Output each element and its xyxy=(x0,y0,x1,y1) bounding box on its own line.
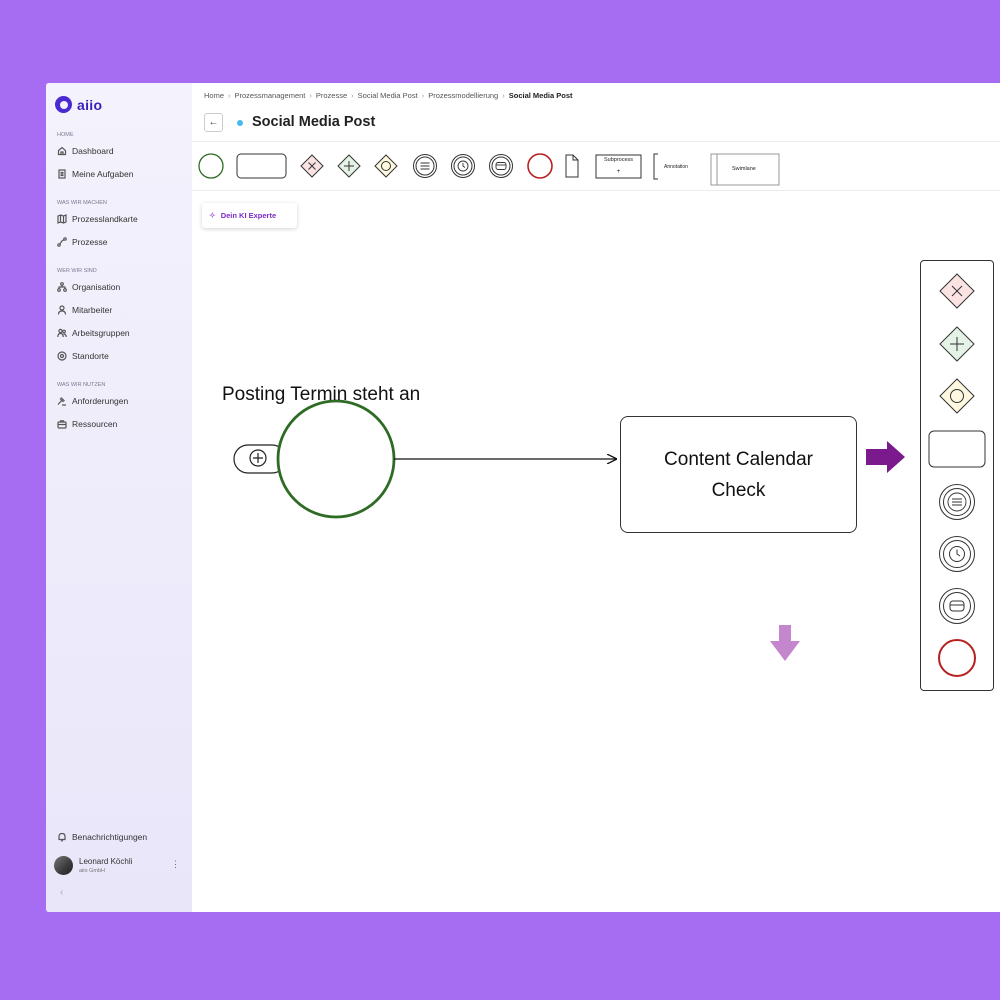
palette-parallel-gateway[interactable] xyxy=(337,154,361,178)
section-home-label: HOME xyxy=(57,132,74,138)
context-inclusive-gateway[interactable] xyxy=(939,378,975,414)
palette-end-event[interactable] xyxy=(527,153,553,179)
breadcrumb-item[interactable]: Prozessmodellierung xyxy=(428,91,498,100)
user-name: Leonard Köchli xyxy=(79,856,133,866)
sidebar-item-label: Standorte xyxy=(72,351,109,361)
start-event-label: Posting Termin steht an xyxy=(222,384,421,405)
sidebar-item-label: Prozesse xyxy=(72,237,108,247)
briefcase-icon xyxy=(57,420,67,429)
gavel-icon xyxy=(57,397,66,406)
subprocess-marker: + xyxy=(616,168,621,175)
palette-data-object[interactable] xyxy=(565,154,579,178)
append-down-arrow-icon[interactable] xyxy=(770,625,800,661)
avatar xyxy=(54,855,73,875)
task-label: Content Calendar Check xyxy=(664,448,813,501)
location-icon xyxy=(57,351,67,361)
subprocess-label: Subprocess xyxy=(603,157,634,163)
context-pad xyxy=(920,260,994,691)
logo[interactable]: aiio xyxy=(55,96,102,113)
sidebar-item-label: Dashboard xyxy=(72,146,114,156)
context-end-event[interactable] xyxy=(938,639,976,677)
breadcrumb-item[interactable]: Social Media Post xyxy=(358,91,418,100)
breadcrumb-item[interactable]: Prozesse xyxy=(316,91,347,100)
user-icon xyxy=(57,305,67,315)
sidebar-item-mitarbeiter[interactable]: Mitarbeiter xyxy=(57,304,112,316)
section-was-wir-machen-label: WAS WIR MACHEN xyxy=(57,200,107,206)
palette-task[interactable] xyxy=(236,153,287,179)
status-dot xyxy=(237,120,243,126)
sidebar-item-anforderungen[interactable]: Anforderungen xyxy=(57,395,128,407)
start-event-shape[interactable] xyxy=(276,399,396,519)
process-icon xyxy=(57,237,67,247)
append-right-arrow-icon[interactable] xyxy=(866,441,905,473)
sidebar-item-label: Mitarbeiter xyxy=(72,305,113,315)
sidebar-item-organisation[interactable]: Organisation xyxy=(57,281,120,293)
sidebar-item-dashboard[interactable]: Dashboard xyxy=(57,145,114,157)
palette-timer-event[interactable] xyxy=(451,154,475,178)
bpmn-palette: Subprocess + Annotation Swimlane xyxy=(192,142,1000,190)
notifications-label: Benachrichtigungen xyxy=(72,832,148,842)
chevron-right-icon: › xyxy=(228,91,231,100)
breadcrumb-current: Social Media Post xyxy=(508,91,573,100)
palette-message-event[interactable] xyxy=(489,154,513,178)
user-profile[interactable]: Leonard Köchli aiio GmbH ⋮ xyxy=(54,853,182,877)
breadcrumb-item[interactable]: Prozessmanagement xyxy=(235,91,306,100)
chevron-right-icon: › xyxy=(421,91,425,100)
page-title: Social Media Post xyxy=(252,114,376,130)
notifications-item[interactable]: Benachrichtigungen xyxy=(57,832,147,842)
palette-annotation[interactable] xyxy=(653,153,658,180)
org-chart-icon xyxy=(57,282,67,292)
back-button[interactable]: ← xyxy=(204,113,223,132)
swimlane-label: Swimlane xyxy=(732,166,756,172)
modeling-canvas[interactable]: Posting Termin steht an Content Calendar… xyxy=(192,191,1000,912)
home-icon xyxy=(57,146,67,156)
logo-text: aiio xyxy=(77,96,103,113)
sidebar-item-meine-aufgaben[interactable]: Meine Aufgaben xyxy=(57,168,133,180)
section-was-wir-nutzen-label: WAS WIR NUTZEN xyxy=(57,382,106,388)
more-vertical-icon[interactable]: ⋮ xyxy=(171,859,180,870)
sidebar-item-arbeitsgruppen[interactable]: Arbeitsgruppen xyxy=(57,327,130,339)
palette-exclusive-gateway[interactable] xyxy=(300,154,324,178)
sidebar-item-label: Arbeitsgruppen xyxy=(72,328,130,338)
bell-icon xyxy=(58,832,66,842)
users-icon xyxy=(57,328,67,338)
context-timer-event[interactable] xyxy=(939,536,975,572)
palette-conditional-event[interactable] xyxy=(413,154,437,178)
sidebar-item-prozesse[interactable]: Prozesse xyxy=(57,236,107,248)
sidebar-item-label: Anforderungen xyxy=(72,396,129,406)
app-window: aiio HOME Dashboard Meine Aufgaben WAS W… xyxy=(46,83,1000,912)
annotation-label: Annotation xyxy=(664,164,688,170)
chevron-right-icon: › xyxy=(309,91,312,100)
sidebar-item-label: Meine Aufgaben xyxy=(72,169,134,179)
task-shape[interactable]: Content Calendar Check xyxy=(620,416,857,533)
chevron-right-icon: › xyxy=(502,91,505,100)
breadcrumb-item[interactable]: Home xyxy=(204,91,224,100)
task-list-icon xyxy=(58,169,66,179)
sidebar-item-standorte[interactable]: Standorte xyxy=(57,350,109,362)
sidebar: aiio HOME Dashboard Meine Aufgaben WAS W… xyxy=(46,83,192,912)
context-message-event[interactable] xyxy=(939,588,975,624)
user-org: aiio GmbH xyxy=(79,867,105,874)
sidebar-item-label: Organisation xyxy=(72,282,121,292)
context-exclusive-gateway[interactable] xyxy=(939,273,975,309)
breadcrumb: Home › Prozessmanagement › Prozesse › So… xyxy=(204,91,573,100)
logo-icon xyxy=(55,96,72,113)
palette-start-event[interactable] xyxy=(198,153,224,179)
context-task[interactable] xyxy=(928,430,986,468)
sidebar-item-label: Prozesslandkarte xyxy=(72,214,138,224)
sidebar-item-prozesslandkarte[interactable]: Prozesslandkarte xyxy=(57,213,138,225)
section-wer-wir-sind-label: WER WIR SIND xyxy=(57,268,97,274)
context-conditional-event[interactable] xyxy=(939,484,975,520)
context-parallel-gateway[interactable] xyxy=(939,326,975,362)
sidebar-item-label: Ressourcen xyxy=(72,419,118,429)
chevron-right-icon: › xyxy=(351,91,354,100)
palette-inclusive-gateway[interactable] xyxy=(374,154,398,178)
sidebar-item-ressourcen[interactable]: Ressourcen xyxy=(57,418,117,430)
map-icon xyxy=(57,214,67,224)
collapse-sidebar-icon[interactable]: ‹ xyxy=(60,887,63,898)
